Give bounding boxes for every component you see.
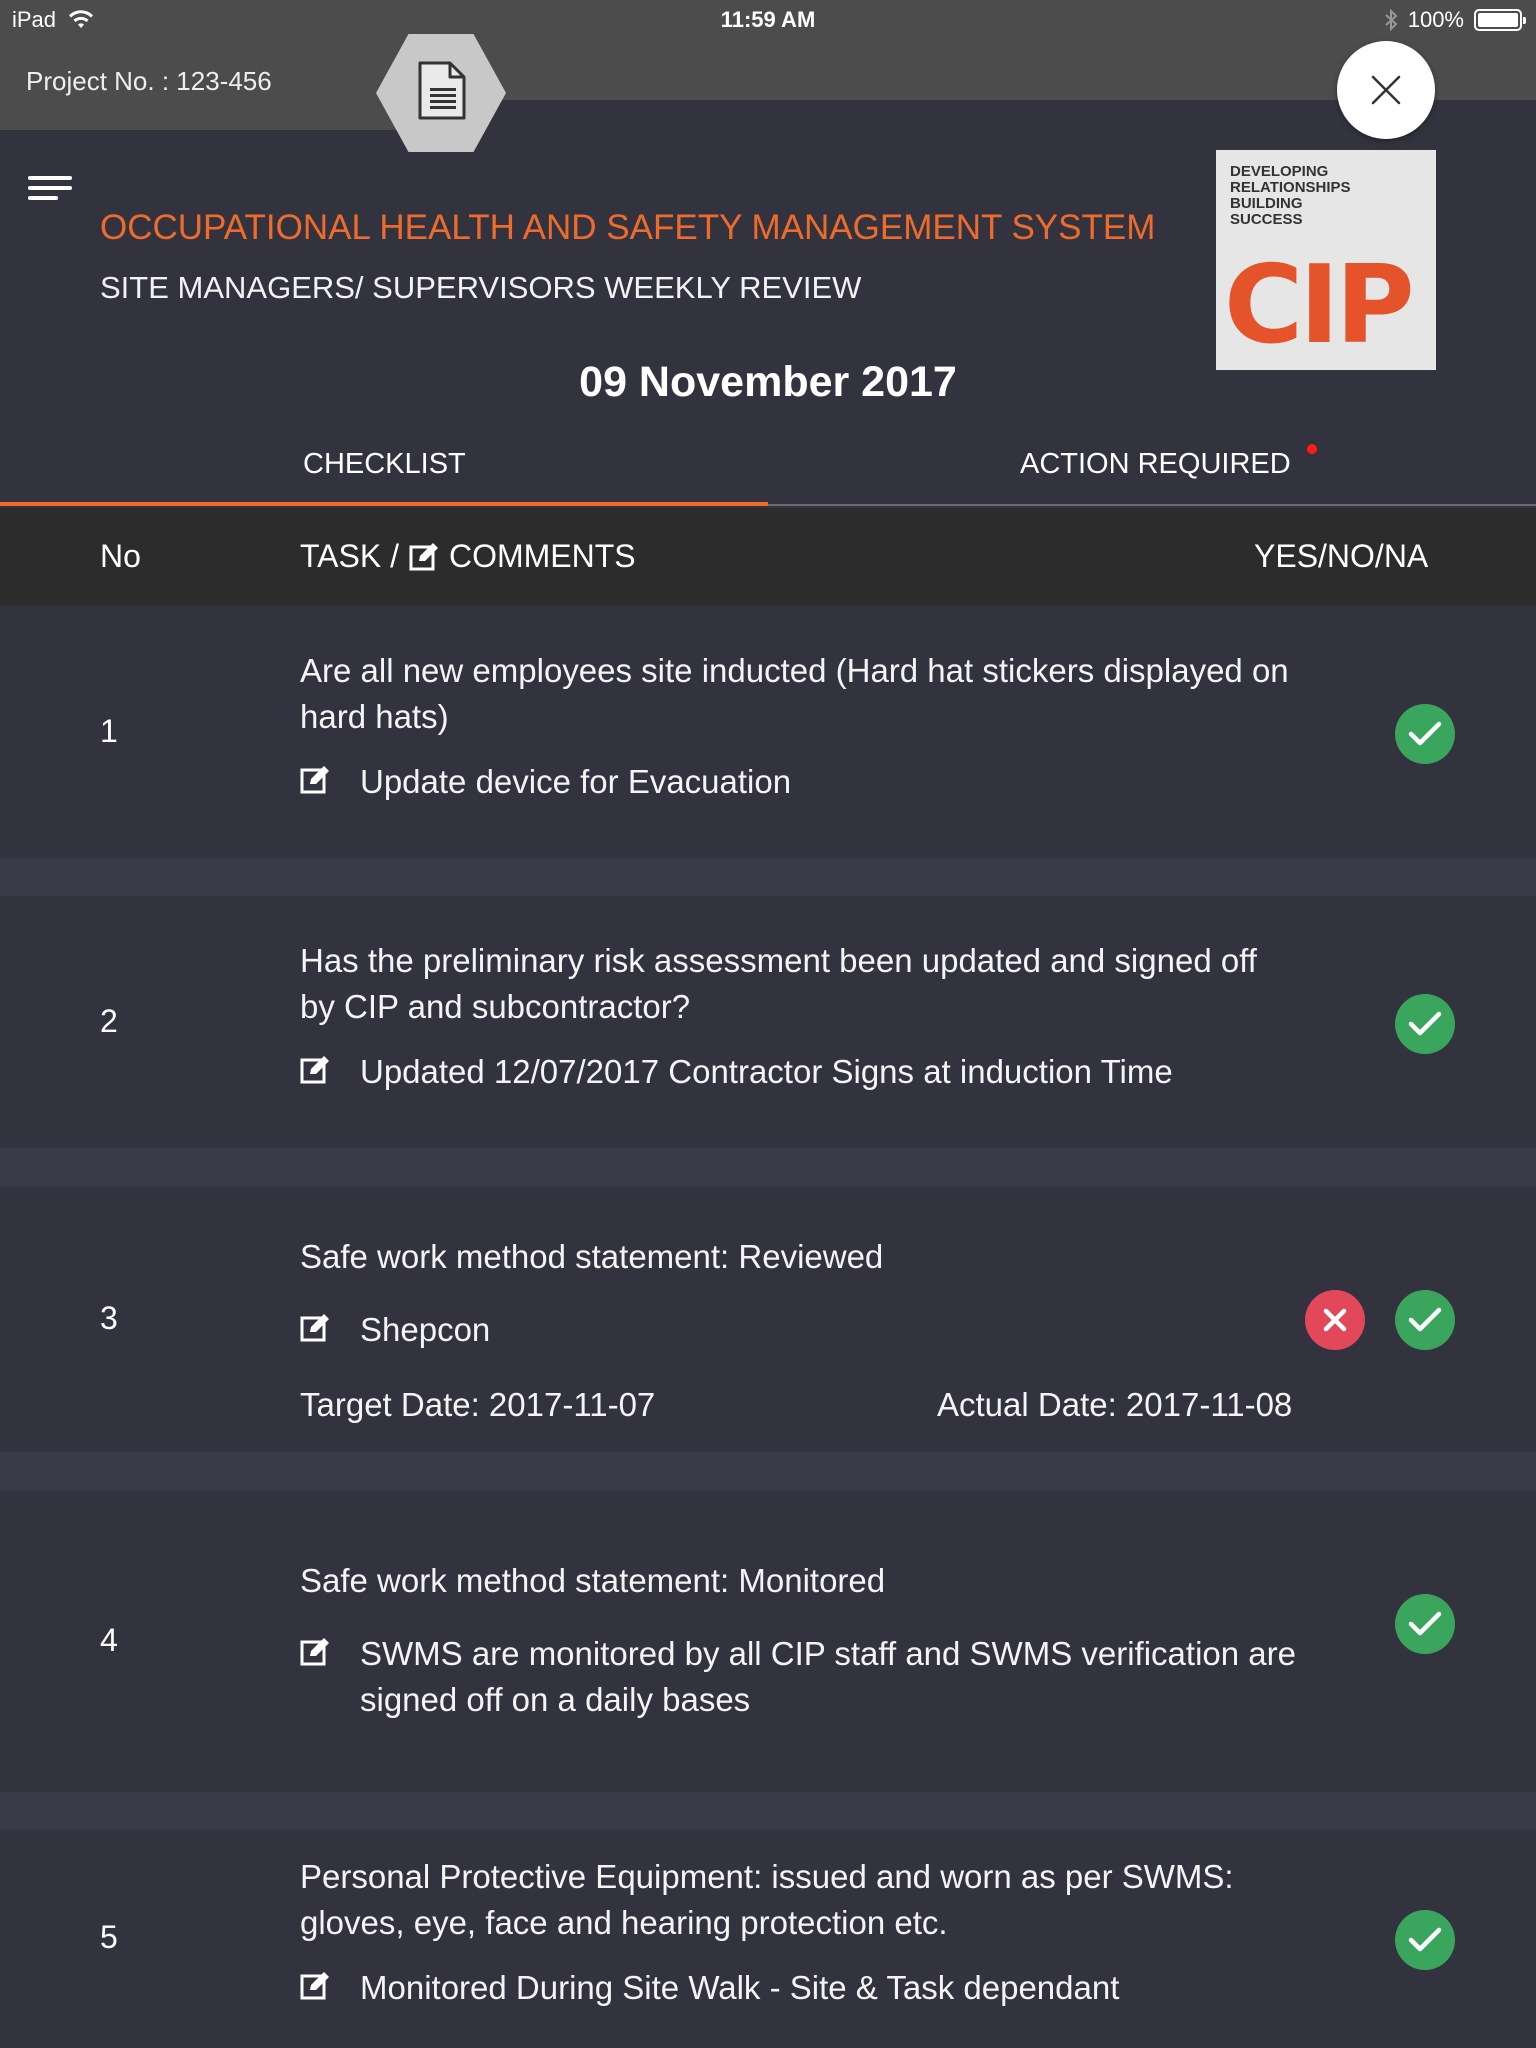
row-task: Safe work method statement: Reviewed <box>300 1238 884 1275</box>
edit-icon <box>300 1972 329 2000</box>
tab-checklist[interactable]: CHECKLIST <box>303 448 466 481</box>
edit-icon <box>409 542 438 570</box>
check-icon <box>1408 1611 1442 1636</box>
bluetooth-icon <box>1385 8 1398 32</box>
status-yes-badge[interactable] <box>1395 1594 1455 1654</box>
row-number: 5 <box>100 1919 118 1955</box>
battery-icon <box>1474 9 1526 31</box>
table-row[interactable]: 3 Safe work method statement: Reviewed S… <box>0 1186 1536 1452</box>
row-number: 3 <box>100 1300 118 1336</box>
page-subtitle: SITE MANAGERS/ SUPERVISORS WEEKLY REVIEW <box>100 270 862 305</box>
row-number: 1 <box>100 713 118 749</box>
table-row[interactable]: 4 Safe work method statement: Monitored … <box>0 1490 1536 1792</box>
edit-icon <box>300 766 329 794</box>
check-icon <box>1408 1927 1442 1952</box>
notification-dot <box>1307 444 1317 454</box>
project-number: Project No. : 123-456 <box>26 66 272 96</box>
active-tab-indicator <box>0 502 768 506</box>
column-header-status: YES/NO/NA <box>1254 538 1429 574</box>
battery-percent: 100% <box>1407 7 1464 32</box>
status-bar: iPad 11:59 AM 100% <box>0 0 1536 40</box>
row-task: Has the preliminary risk assessment been… <box>300 942 1257 1025</box>
row-separator <box>0 1792 1536 1830</box>
table-row[interactable]: 1 Are all new employees site inducted (H… <box>0 606 1536 858</box>
row-dates: Target Date: 2017-11-07 Actual Date: 201… <box>300 1386 1320 1424</box>
check-icon <box>1408 721 1442 746</box>
logo-tagline: DEVELOPING RELATIONSHIPS BUILDING SUCCES… <box>1230 163 1351 228</box>
row-number: 4 <box>100 1622 118 1658</box>
company-logo: DEVELOPING RELATIONSHIPS BUILDING SUCCES… <box>1216 150 1436 370</box>
logo-wordmark: CIP <box>1224 243 1415 368</box>
column-header-no: No <box>100 538 141 574</box>
status-yes-badge[interactable] <box>1395 704 1455 764</box>
actual-date: Actual Date: 2017-11-08 <box>937 1386 1293 1423</box>
table-row[interactable]: 5 Personal Protective Equipment: issued … <box>0 1830 1536 2048</box>
column-header-task: TASK / COMMENTS <box>300 538 636 574</box>
status-yes-badge[interactable] <box>1395 994 1455 1054</box>
check-icon <box>1408 1011 1442 1036</box>
row-separator <box>0 858 1536 896</box>
row-task: Are all new employees site inducted (Har… <box>300 652 1289 735</box>
edit-icon <box>300 1056 329 1084</box>
tab-bar: CHECKLIST ACTION REQUIRED <box>0 430 1536 506</box>
status-yes-badge[interactable] <box>1395 1290 1455 1350</box>
target-date: Target Date: 2017-11-07 <box>300 1386 656 1423</box>
tab-action-required[interactable]: ACTION REQUIRED <box>1020 448 1291 481</box>
row-separator <box>0 1452 1536 1490</box>
cross-icon <box>1323 1308 1347 1332</box>
check-icon <box>1408 1307 1442 1332</box>
edit-icon <box>300 1638 329 1666</box>
row-number: 2 <box>100 1003 118 1039</box>
table-row[interactable]: 2 Has the preliminary risk assessment be… <box>0 896 1536 1148</box>
status-no-badge[interactable] <box>1305 1290 1365 1350</box>
row-task: Personal Protective Equipment: issued an… <box>300 1858 1234 1941</box>
close-button[interactable] <box>1337 41 1435 139</box>
row-separator <box>0 1148 1536 1186</box>
edit-icon <box>300 1314 329 1342</box>
menu-icon[interactable] <box>28 176 72 204</box>
document-icon <box>418 61 466 120</box>
table-header: No TASK / COMMENTS YES/NO/NA <box>0 508 1536 606</box>
page-title: OCCUPATIONAL HEALTH AND SAFETY MANAGEMEN… <box>100 208 1156 247</box>
row-task: Safe work method statement: Monitored <box>300 1562 886 1599</box>
status-time: 11:59 AM <box>720 7 816 32</box>
close-icon <box>1371 75 1401 105</box>
status-yes-badge[interactable] <box>1395 1910 1455 1970</box>
